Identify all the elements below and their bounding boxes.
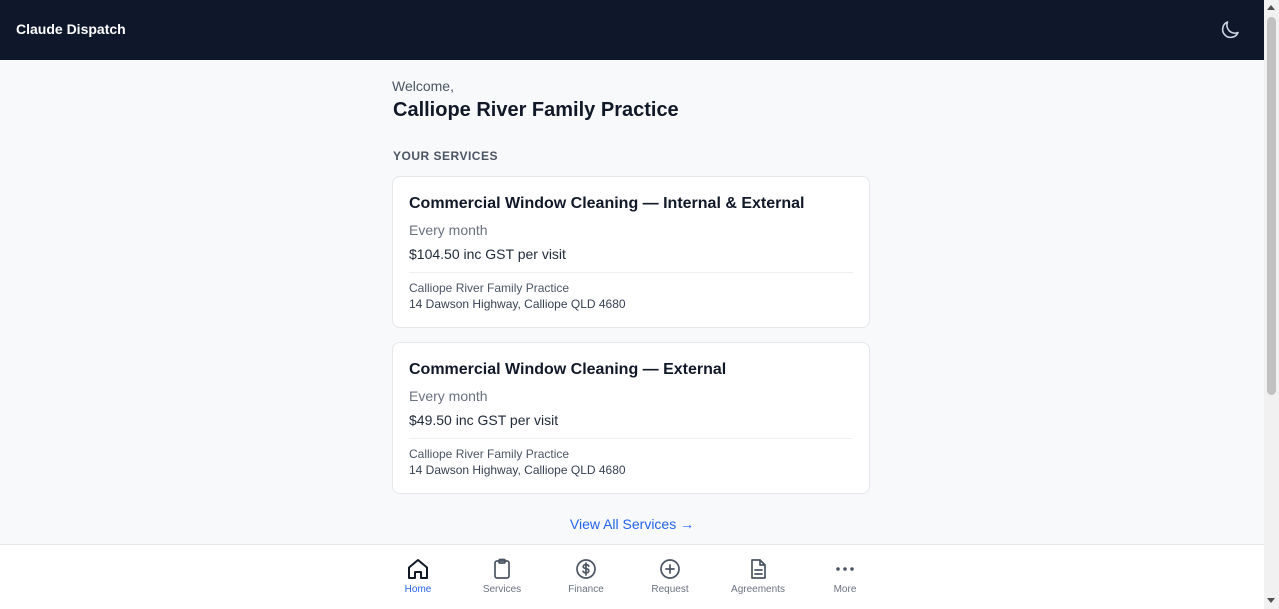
service-address: 14 Dawson Highway, Calliope QLD 4680 <box>409 297 626 311</box>
nav-label: Agreements <box>731 584 785 595</box>
app-title: Claude Dispatch <box>16 21 126 37</box>
nav-item-services[interactable]: Services <box>462 545 542 609</box>
nav-label: Request <box>651 584 689 595</box>
document-icon <box>751 559 766 579</box>
welcome-text: Welcome, <box>392 78 454 94</box>
service-card[interactable]: Commercial Window Cleaning — Internal & … <box>392 176 870 328</box>
card-divider <box>409 272 853 273</box>
scroll-down-arrow-icon[interactable] <box>1267 598 1275 603</box>
scrollbar-thumb[interactable] <box>1267 17 1276 395</box>
nav-item-more[interactable]: More <box>805 545 885 609</box>
service-frequency: Every month <box>409 388 488 404</box>
nav-label: Home <box>404 584 432 595</box>
page-scrollbar[interactable] <box>1264 0 1279 609</box>
section-heading-services: YOUR SERVICES <box>393 149 498 163</box>
service-price: $49.50 inc GST per visit <box>409 412 559 428</box>
service-site-name: Calliope River Family Practice <box>409 281 570 295</box>
moon-icon <box>1221 21 1239 39</box>
clipboard-icon <box>494 558 510 579</box>
nav-item-home[interactable]: Home <box>378 545 458 609</box>
service-card[interactable]: Commercial Window Cleaning — External Ev… <box>392 342 870 494</box>
nav-item-request[interactable]: Request <box>630 545 710 609</box>
theme-toggle-button[interactable] <box>1218 18 1242 42</box>
dollar-icon <box>576 559 596 579</box>
organization-name: Calliope River Family Practice <box>393 99 679 121</box>
scroll-up-arrow-icon[interactable] <box>1267 5 1275 10</box>
plus-circle-icon <box>660 559 680 579</box>
view-all-services-link[interactable]: View All Services → <box>392 516 872 532</box>
home-icon <box>408 559 428 579</box>
card-divider <box>409 438 853 439</box>
service-site-name: Calliope River Family Practice <box>409 447 570 461</box>
nav-item-finance[interactable]: Finance <box>546 545 626 609</box>
nav-item-agreements[interactable]: Agreements <box>718 545 798 609</box>
nav-label: Finance <box>568 584 604 595</box>
nav-label: More <box>833 584 857 595</box>
service-title: Commercial Window Cleaning — Internal & … <box>409 195 805 212</box>
bottom-nav: Home Services Finance Request Agreements <box>0 544 1264 609</box>
service-price: $104.50 inc GST per visit <box>409 246 566 262</box>
service-address: 14 Dawson Highway, Calliope QLD 4680 <box>409 463 626 477</box>
top-bar: Claude Dispatch <box>0 0 1264 60</box>
service-title: Commercial Window Cleaning — External <box>409 361 727 378</box>
service-frequency: Every month <box>409 222 488 238</box>
more-dots-icon <box>836 567 854 571</box>
nav-label: Services <box>482 584 522 595</box>
